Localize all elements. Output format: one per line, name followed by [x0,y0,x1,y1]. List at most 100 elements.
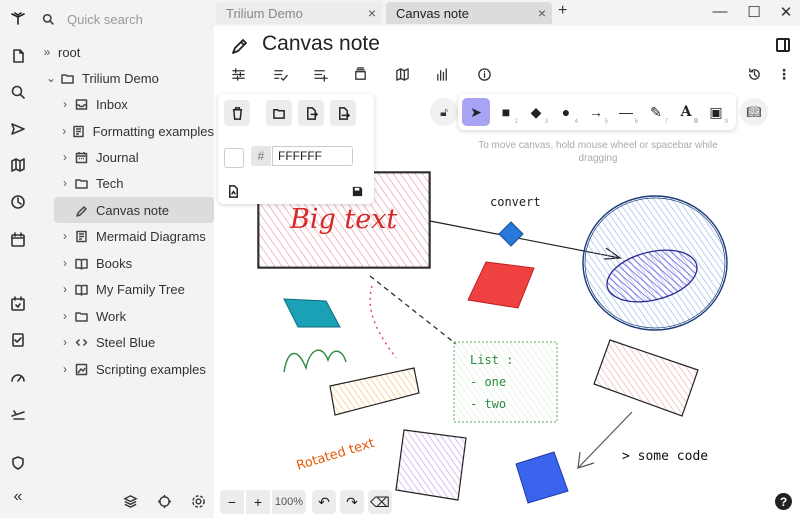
tree-item-books[interactable]: › Books [58,250,214,276]
draw-tool[interactable]: ✎ 7 [642,98,670,126]
note-title[interactable]: Canvas note [262,32,380,56]
list-box[interactable]: List : - one - two [453,341,558,423]
calendar-icon[interactable] [0,226,36,254]
chevron-right-icon[interactable]: › [58,309,72,323]
tree-item-trilium-demo[interactable]: ⌄ Trilium Demo [44,65,214,91]
new-note-icon[interactable] [0,42,36,70]
diamond-tool[interactable]: ◆ 3 [522,98,550,126]
quick-search-input[interactable] [67,11,207,27]
tree-item-scripting-examples[interactable]: › Scripting examples [58,356,214,382]
rectangle-tool[interactable]: ■ 2 [492,98,520,126]
chevron-right-icon[interactable]: › [58,335,72,349]
excalidraw-canvas[interactable]: Big text convert List: - one - two Rota… [214,86,800,518]
library-icon[interactable]: 📖︎ [740,98,768,126]
window-close-button[interactable]: ✕ [776,3,796,21]
note-info-icon[interactable] [474,64,494,84]
tree-item-mermaid-diagrams[interactable]: › Mermaid Diagrams [58,223,214,249]
revisions-icon[interactable] [744,64,764,84]
trilium-logo-icon[interactable] [0,4,36,32]
line-tool[interactable]: —6 [612,98,640,126]
delete-icon[interactable] [224,100,250,126]
search-icon[interactable] [0,78,36,106]
close-icon[interactable]: × [368,5,376,21]
chevron-right-icon[interactable]: › [58,229,72,243]
minimize-button[interactable]: — [710,3,730,20]
tree-item-work[interactable]: › Work [58,303,214,329]
tab-trilium-demo[interactable]: Trilium Demo × [216,2,382,24]
layers-icon[interactable] [118,490,142,512]
open-icon[interactable] [266,100,292,126]
zoom-out-button[interactable]: − [220,490,244,514]
inherited-attributes-icon[interactable] [350,64,370,84]
owned-attributes-icon[interactable] [310,64,330,84]
chevron-right-icon[interactable]: › [58,150,72,164]
save-as-image-icon[interactable] [220,178,246,204]
basic-properties-icon[interactable] [228,64,248,84]
tree-item-my-family-tree[interactable]: › My Family Tree [58,276,214,302]
tree-item-journal[interactable]: › Journal [58,144,214,170]
maximize-button[interactable]: ☐ [744,3,764,21]
blue-circle[interactable] [582,195,728,331]
pink-rectangle[interactable] [593,339,699,417]
tree-item-inbox[interactable]: › Inbox [58,91,214,117]
zoom-in-button[interactable]: + [246,490,270,514]
blue-diamond[interactable] [498,221,524,247]
scroll-to-active-icon[interactable] [152,490,176,512]
chevron-right-icon[interactable]: › [58,124,71,138]
note-map-icon[interactable] [0,151,36,179]
blue-square[interactable] [515,451,569,504]
tab-canvas-note[interactable]: Canvas note × [386,2,552,24]
teal-parallelogram[interactable] [283,298,341,328]
dashed-line[interactable] [369,275,457,345]
chevron-right-icon[interactable]: › [58,362,72,376]
hex-color-input[interactable] [272,146,353,166]
lock-icon[interactable]: 🔓︎ [430,98,458,126]
collapse-sidebar-icon[interactable]: « [0,488,36,506]
similar-notes-icon[interactable] [432,64,452,84]
jump-to-note-icon[interactable] [0,115,36,143]
new-tab-button[interactable]: + [558,2,567,20]
export-image-icon[interactable] [330,100,356,126]
dotted-curve[interactable] [369,285,397,359]
tree-item-canvas-note[interactable]: Canvas note [54,197,214,223]
today-note-icon[interactable] [0,290,36,318]
chevron-right-icon[interactable]: › [58,176,72,190]
help-icon[interactable]: ? [775,493,792,510]
save-icon[interactable] [344,178,370,204]
flight-icon[interactable] [0,400,36,428]
yellow-rectangle[interactable] [329,367,420,416]
tree-item-steel-blue[interactable]: › Steel Blue [58,329,214,355]
image-tool[interactable]: ▣ 9 [702,98,730,126]
text-tool[interactable]: A8 [672,98,700,126]
note-map-icon[interactable] [392,64,412,84]
red-parallelogram[interactable] [467,261,535,309]
todo-icon[interactable] [0,326,36,354]
toggle-right-pane-icon[interactable] [776,38,790,52]
violet-square[interactable] [395,429,467,501]
chevron-right-icon[interactable]: › [58,97,72,111]
chevron-right-icon[interactable]: › [58,282,72,296]
chevron-right-icon[interactable]: » [40,45,54,59]
zoom-level[interactable]: 100% [272,490,306,514]
recent-changes-icon[interactable] [0,188,36,216]
background-color-swatch[interactable] [224,148,244,168]
settings-gear-icon[interactable] [186,490,210,512]
promoted-attributes-icon[interactable] [270,64,290,84]
protected-session-icon[interactable] [0,449,36,477]
export-icon[interactable] [298,100,324,126]
undo-button[interactable]: ↶ [312,490,336,514]
selection-tool[interactable]: ➤ 1 [462,98,490,126]
more-actions-icon[interactable]: ⋮ [774,64,794,84]
tree-item-tech[interactable]: › Tech [58,170,214,196]
tree-item-root[interactable]: » root [40,39,210,65]
freehand-squiggle[interactable] [283,349,347,373]
chevron-down-icon[interactable]: ⌄ [44,71,58,85]
eraser-button[interactable]: ⌫ [368,490,392,514]
ellipse-tool[interactable]: ● 4 [552,98,580,126]
tree-item-formatting-examples[interactable]: › Formatting examples [58,118,214,144]
close-icon[interactable]: × [538,5,546,21]
dashboard-icon[interactable] [0,364,36,392]
redo-button[interactable]: ↷ [340,490,364,514]
chevron-right-icon[interactable]: › [58,256,72,270]
arrow-tool[interactable]: → 5 [582,98,610,126]
